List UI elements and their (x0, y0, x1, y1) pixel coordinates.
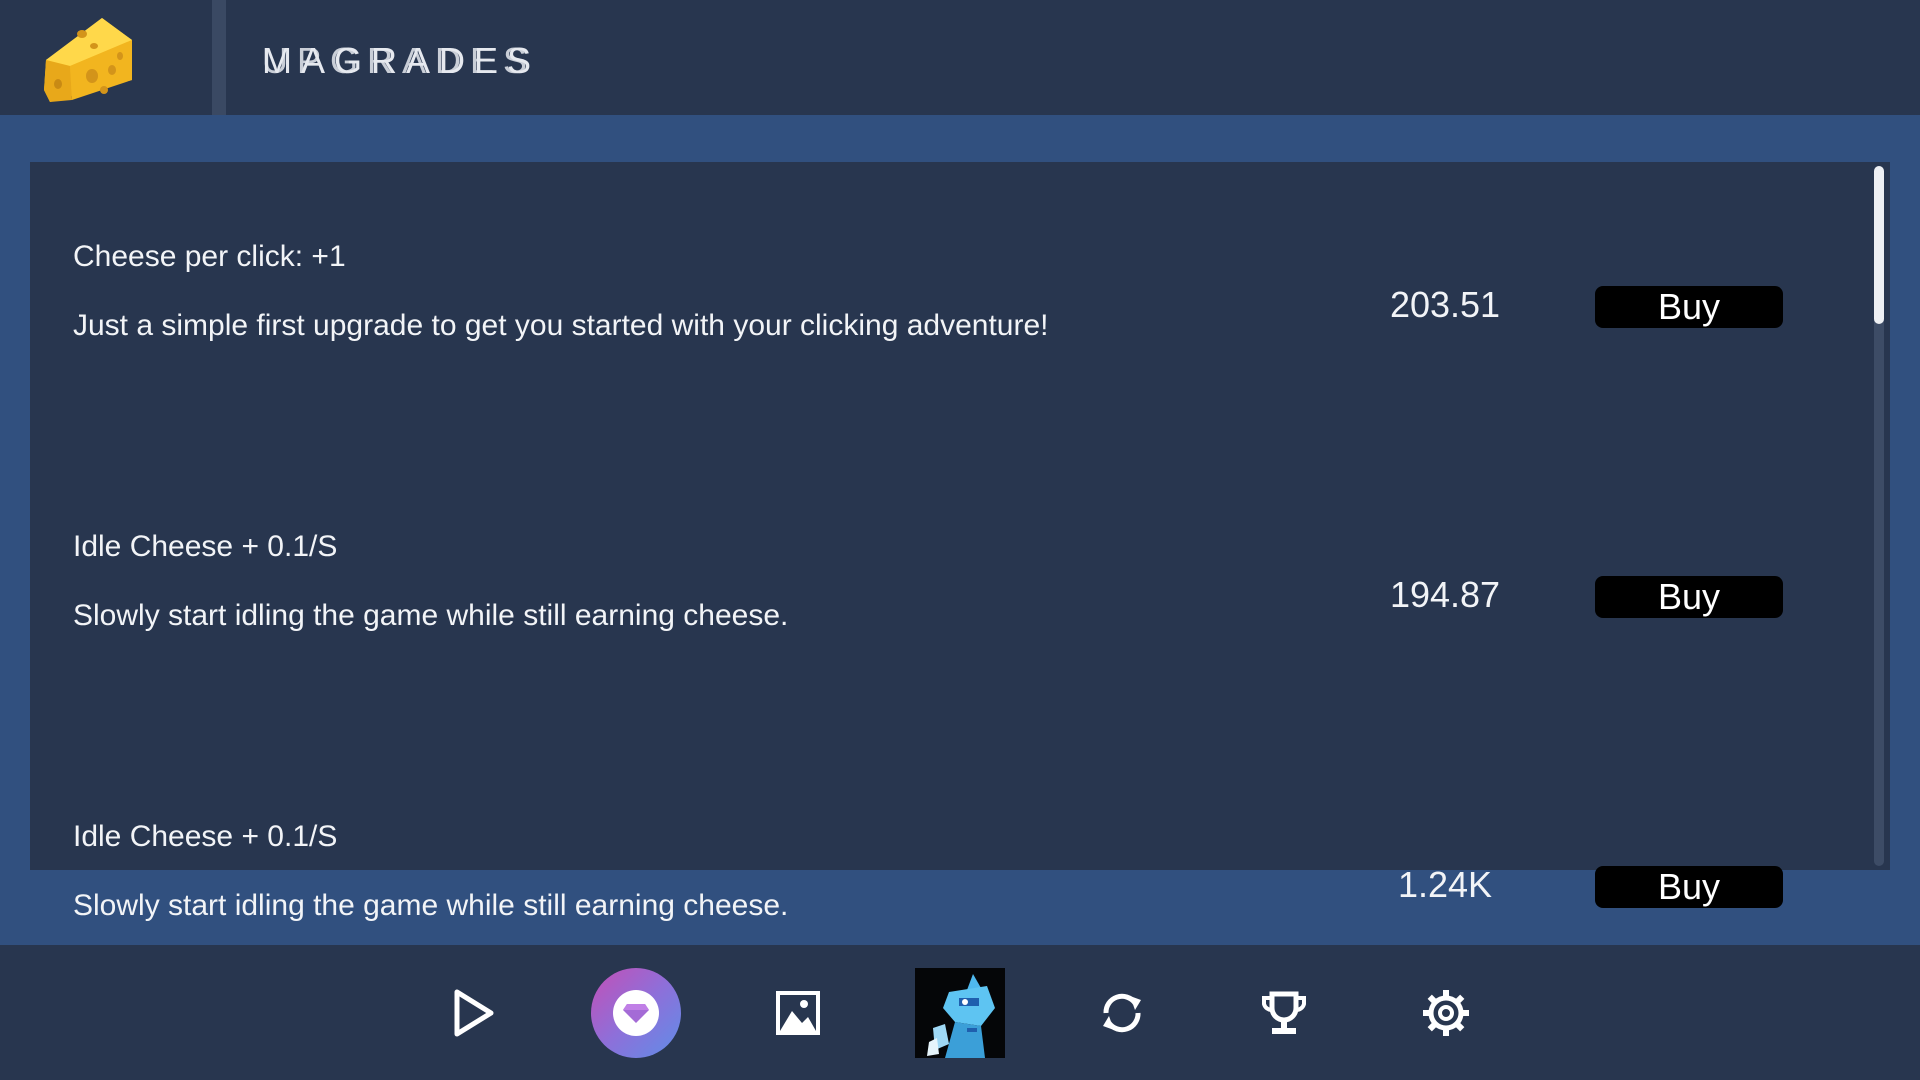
character-avatar (915, 968, 1005, 1058)
trophy-icon (1259, 988, 1309, 1038)
nav-settings-button[interactable] (1400, 967, 1492, 1059)
upgrade-description: Slowly start idling the game while still… (73, 599, 789, 632)
upgrade-price: 1.24K (1397, 864, 1493, 905)
nav-gallery-button[interactable] (752, 967, 844, 1059)
nav-rebirth-button[interactable] (1076, 967, 1168, 1059)
shop-active-indicator (591, 968, 681, 1058)
play-icon (452, 988, 496, 1038)
top-header: MAGRADES UPGRADES (0, 0, 1920, 115)
upgrade-title: Idle Cheese + 0.1/S (73, 820, 338, 853)
nav-play-button[interactable] (428, 967, 520, 1059)
header-divider (212, 0, 226, 115)
buy-button[interactable]: Buy (1595, 576, 1783, 618)
gear-icon (1421, 988, 1471, 1038)
upgrade-price: 203.51 (1389, 284, 1501, 325)
buy-button[interactable]: Buy (1595, 866, 1783, 908)
buy-button[interactable]: Buy (1595, 286, 1783, 328)
nav-shop-button[interactable] (590, 967, 682, 1059)
image-icon (774, 989, 822, 1037)
upgrade-description: Just a simple first upgrade to get you s… (73, 309, 1049, 342)
upgrade-description: Slowly start idling the game while still… (73, 889, 789, 922)
nav-achievements-button[interactable] (1238, 967, 1330, 1059)
page-title: MAGRADES UPGRADES (262, 40, 540, 82)
page-title-layer-2: UPGRADES (262, 40, 537, 81)
refresh-icon (1097, 988, 1147, 1038)
upgrade-title: Cheese per click: +1 (73, 240, 346, 273)
upgrade-row: Cheese per click: +1 Just a simple first… (30, 162, 1870, 362)
cheese-logo-icon[interactable] (40, 10, 136, 106)
scrollbar-thumb[interactable] (1874, 166, 1884, 324)
gem-icon (623, 1002, 649, 1024)
upgrade-title: Idle Cheese + 0.1/S (73, 530, 338, 563)
bottom-nav (0, 945, 1920, 1080)
upgrade-price: 194.87 (1389, 574, 1501, 615)
scrollbar[interactable] (1874, 166, 1884, 866)
upgrade-row: Idle Cheese + 0.1/S Slowly start idling … (30, 452, 1870, 652)
upgrades-list[interactable]: Cheese per click: +1 Just a simple first… (30, 162, 1870, 942)
nav-character-button[interactable] (914, 967, 1006, 1059)
upgrade-row: Idle Cheese + 0.1/S Slowly start idling … (30, 742, 1870, 942)
